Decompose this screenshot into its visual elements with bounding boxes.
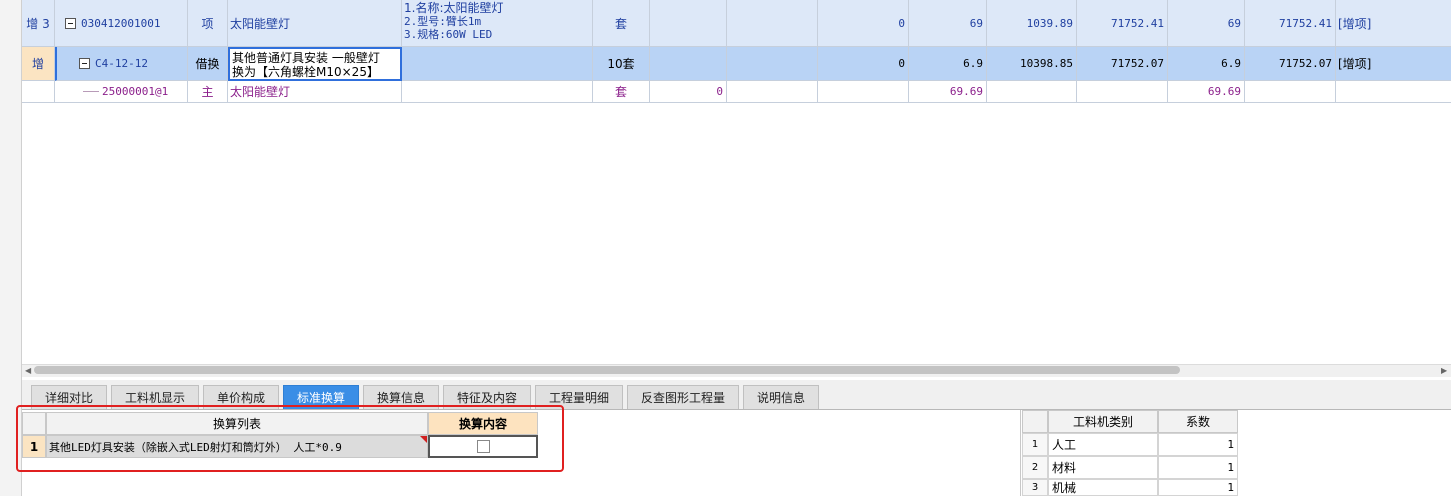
name-line: 换为【六角螺栓M10×25】	[232, 65, 379, 79]
value-cell: 6.9	[1168, 47, 1245, 81]
scroll-left-icon[interactable]: ◀	[25, 366, 33, 375]
category-coef[interactable]: 1	[1158, 479, 1238, 496]
highlight-box	[16, 405, 564, 472]
empty-cell[interactable]	[727, 0, 818, 47]
corner-cell	[1022, 410, 1048, 433]
row-tag	[22, 81, 55, 103]
collapse-icon[interactable]	[79, 58, 90, 69]
name-line: 其他普通灯具安装 一般壁灯	[232, 51, 380, 65]
row-tag: 增	[22, 47, 55, 81]
row-number: 2	[1022, 456, 1048, 479]
scroll-right-icon[interactable]: ▶	[1441, 366, 1449, 375]
row-number: 3	[1022, 479, 1048, 496]
scrollbar-thumb[interactable]	[34, 366, 1180, 374]
empty-cell[interactable]	[987, 81, 1077, 103]
empty-cell[interactable]	[818, 81, 909, 103]
empty-cell[interactable]	[1245, 81, 1336, 103]
item-type: 项	[188, 0, 228, 47]
item-code: 25000001@1	[102, 85, 169, 98]
code-cell[interactable]: C4-12-12	[55, 47, 188, 81]
panel-divider[interactable]	[1020, 410, 1021, 496]
column-header-type: 工料机类别	[1048, 410, 1158, 433]
value-cell: 69	[909, 0, 987, 47]
item-type: 主	[188, 81, 228, 103]
value-cell: 0	[650, 81, 727, 103]
value-cell: 0	[818, 47, 909, 81]
feature-line: 3.规格:60W LED	[404, 28, 493, 41]
collapse-icon[interactable]	[65, 17, 76, 29]
category-type[interactable]: 机械	[1048, 479, 1158, 496]
code-cell[interactable]: 030412001001	[55, 0, 188, 47]
category-type[interactable]: 材料	[1048, 456, 1158, 479]
remark-cell: [增项]	[1336, 0, 1451, 47]
row-number: 1	[1022, 433, 1048, 456]
category-coef[interactable]: 1	[1158, 456, 1238, 479]
feature-line: 2.型号:臂长1m	[404, 15, 482, 28]
item-code: 030412001001	[81, 16, 161, 30]
value-cell: 69.69	[909, 81, 987, 103]
remark-cell	[1336, 81, 1451, 103]
empty-cell[interactable]	[1077, 81, 1168, 103]
item-unit: 套	[593, 0, 650, 47]
value-cell: 10398.85	[987, 47, 1077, 81]
empty-cell[interactable]	[727, 47, 818, 81]
table-row[interactable]: 增 3 030412001001 项 太阳能壁灯 1.名称:太阳能壁灯 2.型号…	[22, 0, 1451, 47]
empty-cell[interactable]	[650, 0, 727, 47]
value-cell: 71752.07	[1245, 47, 1336, 81]
tab-reverse-lookup[interactable]: 反查图形工程量	[627, 385, 739, 409]
empty-cell[interactable]	[650, 47, 727, 81]
item-type: 借换	[188, 47, 228, 81]
value-cell: 69.69	[1168, 81, 1245, 103]
value-cell: 6.9	[909, 47, 987, 81]
item-features[interactable]: 1.名称:太阳能壁灯 2.型号:臂长1m 3.规格:60W LED	[402, 0, 593, 47]
value-cell: 1039.89	[987, 0, 1077, 47]
value-cell: 0	[818, 0, 909, 47]
table-row-selected[interactable]: 增 C4-12-12 借换 其他普通灯具安装 一般壁灯 换为【六角螺栓M10×2…	[22, 47, 1451, 81]
item-code: C4-12-12	[95, 57, 148, 70]
item-features[interactable]	[402, 47, 593, 81]
item-name-editor[interactable]: 其他普通灯具安装 一般壁灯 换为【六角螺栓M10×25】	[228, 47, 402, 81]
item-name[interactable]: 太阳能壁灯	[228, 0, 402, 47]
tab-description[interactable]: 说明信息	[743, 385, 819, 409]
value-cell: 69	[1168, 0, 1245, 47]
row-tag: 增 3	[22, 0, 55, 47]
item-unit: 10套	[593, 47, 650, 81]
value-cell: 71752.41	[1245, 0, 1336, 47]
item-features[interactable]	[402, 81, 593, 103]
value-cell: 71752.07	[1077, 47, 1168, 81]
table-row[interactable]: 25000001@1 主 太阳能壁灯 套 0 69.69 69.69	[22, 81, 1451, 103]
remark-cell: [增项]	[1336, 47, 1451, 81]
item-unit: 套	[593, 81, 650, 103]
feature-line: 1.名称:太阳能壁灯	[404, 1, 504, 15]
category-type[interactable]: 人工	[1048, 433, 1158, 456]
value-cell: 71752.41	[1077, 0, 1168, 47]
empty-cell[interactable]	[727, 81, 818, 103]
tree-connector	[83, 91, 99, 92]
category-coef[interactable]: 1	[1158, 433, 1238, 456]
column-header-coef: 系数	[1158, 410, 1238, 433]
code-cell[interactable]: 25000001@1	[55, 81, 188, 103]
item-name[interactable]: 太阳能壁灯	[228, 81, 402, 103]
